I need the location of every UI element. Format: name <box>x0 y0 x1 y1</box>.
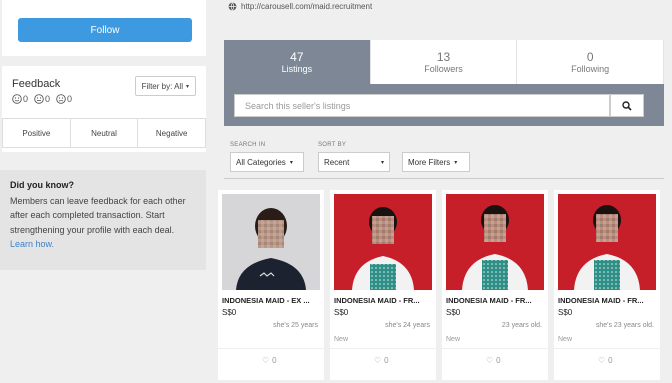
tip-title: Did you know? <box>10 180 74 190</box>
follow-card: Follow <box>2 0 206 56</box>
feedback-filter-dropdown[interactable]: Filter by: All ▾ <box>134 76 196 96</box>
listing-photo <box>222 194 320 290</box>
feedback-count-negative: 0 <box>56 94 72 104</box>
listing-card[interactable]: INDONESIA MAID - EX ... S$0 she's 25 yea… <box>218 190 324 380</box>
profile-stats: 47 Listings 13 Followers 0 Following <box>224 40 665 84</box>
listing-description: she's 23 years old. <box>595 322 654 329</box>
caret-down-icon: ▾ <box>289 159 293 166</box>
following-count: 0 <box>586 50 594 64</box>
following-label: Following <box>571 64 610 74</box>
listing-price: S$0 <box>222 308 237 317</box>
did-you-know-card: Did you know? Members can leave feedback… <box>0 170 206 270</box>
like-button[interactable]: ♡ 0 <box>486 356 501 365</box>
listing-description: she's 24 years <box>385 322 430 329</box>
listing-title: INDONESIA MAID - EX ... <box>222 296 310 305</box>
sad-face-icon <box>56 94 66 104</box>
feedback-counts: 0 0 0 <box>12 94 72 104</box>
neutral-face-icon <box>34 94 44 104</box>
listings-count: 47 <box>290 50 304 64</box>
feedback-title: Feedback <box>12 78 61 90</box>
like-button[interactable]: ♡ 0 <box>598 356 613 365</box>
listing-condition: New <box>558 336 573 343</box>
caret-down-icon: ▾ <box>454 159 458 166</box>
feedback-filter-label: Filter by: All <box>141 81 183 91</box>
feedback-count-positive: 0 <box>12 94 28 104</box>
feedback-tabs: Positive Neutral Negative <box>2 118 207 148</box>
listing-title: INDONESIA MAID - FR... <box>446 296 532 305</box>
caret-down-icon: ▾ <box>380 159 384 166</box>
feedback-count-neutral: 0 <box>34 94 50 104</box>
listing-title: INDONESIA MAID - FR... <box>558 296 644 305</box>
tab-neutral[interactable]: Neutral <box>71 119 139 147</box>
listing-separator <box>218 348 324 349</box>
person-photo <box>574 205 640 290</box>
heart-icon: ♡ <box>374 356 382 365</box>
listing-card[interactable]: INDONESIA MAID - FR... S$0 she's 23 year… <box>554 190 660 380</box>
tab-negative[interactable]: Negative <box>138 119 207 147</box>
listing-search-bar: Search this seller's listings <box>224 84 664 126</box>
more-filters-button[interactable]: More Filters ▾ <box>402 152 470 172</box>
follow-button[interactable]: Follow <box>18 18 192 42</box>
listing-description: she's 25 years <box>273 322 318 329</box>
person-photo <box>462 205 528 290</box>
listing-condition: New <box>446 336 461 343</box>
listing-photo <box>446 194 544 290</box>
listing-price: S$0 <box>446 308 461 317</box>
feedback-card: Feedback Filter by: All ▾ 0 0 0 Positive… <box>2 66 207 152</box>
globe-icon <box>228 2 237 11</box>
listing-card[interactable]: INDONESIA MAID - FR... S$0 23 years old.… <box>442 190 548 380</box>
listing-photo <box>558 194 656 290</box>
followers-count: 13 <box>436 50 451 64</box>
like-button[interactable]: ♡ 0 <box>262 356 277 365</box>
listing-description: 23 years old. <box>501 322 542 329</box>
tab-listings[interactable]: 47 Listings <box>224 40 371 84</box>
listing-separator <box>442 348 548 349</box>
listings-label: Listings <box>281 64 313 74</box>
listing-title: INDONESIA MAID - FR... <box>334 296 420 305</box>
followers-label: Followers <box>424 64 463 74</box>
sort-dropdown[interactable]: Recent ▾ <box>318 152 390 172</box>
sort-by-label: SORT BY <box>318 142 347 148</box>
listing-separator <box>330 348 436 349</box>
listing-photo <box>334 194 432 290</box>
listing-price: S$0 <box>334 308 349 317</box>
heart-icon: ♡ <box>598 356 606 365</box>
listing-search-input[interactable]: Search this seller's listings <box>234 94 610 117</box>
search-icon <box>622 100 632 111</box>
heart-icon: ♡ <box>486 356 494 365</box>
person-photo <box>352 207 414 290</box>
tab-positive[interactable]: Positive <box>2 119 71 147</box>
profile-url-text: http://carousell.com/maid.recruitment <box>241 2 373 11</box>
seller-sidebar: Follow Feedback Filter by: All ▾ 0 0 0 P… <box>0 0 208 383</box>
happy-face-icon <box>12 94 22 104</box>
listing-card[interactable]: INDONESIA MAID - FR... S$0 she's 24 year… <box>330 190 436 380</box>
listing-condition: New <box>334 336 349 343</box>
tab-following[interactable]: 0 Following <box>517 40 665 84</box>
tip-body: Members can leave feedback for each othe… <box>10 195 186 235</box>
person-photo <box>236 208 306 290</box>
learn-how-link[interactable]: Learn how. <box>10 239 54 249</box>
search-in-label: SEARCH IN <box>230 142 266 148</box>
caret-down-icon: ▾ <box>185 83 189 90</box>
profile-url: http://carousell.com/maid.recruitment <box>228 2 372 11</box>
seller-listings-panel: http://carousell.com/maid.recruitment 47… <box>214 0 672 383</box>
listing-separator <box>554 348 660 349</box>
heart-icon: ♡ <box>262 356 270 365</box>
listing-price: S$0 <box>558 308 573 317</box>
category-dropdown[interactable]: All Categories ▾ <box>230 152 304 172</box>
search-button[interactable] <box>610 94 644 117</box>
like-button[interactable]: ♡ 0 <box>374 356 389 365</box>
filter-divider <box>224 178 664 179</box>
tab-followers[interactable]: 13 Followers <box>370 40 518 84</box>
